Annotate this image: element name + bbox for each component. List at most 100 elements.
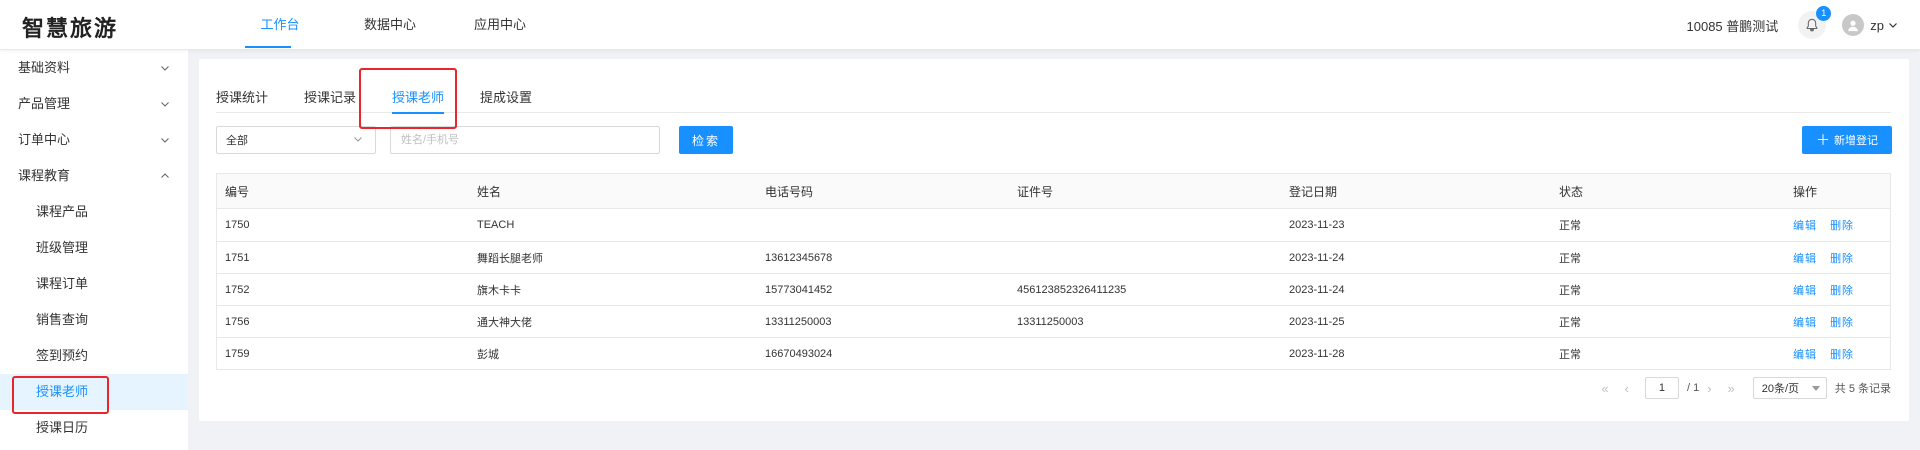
- sidebar-group-course-education[interactable]: 课程教育: [0, 158, 188, 194]
- table-row: 1750 TEACH 2023-11-23 正常 编辑 删除: [217, 209, 1890, 242]
- notification-button[interactable]: 1: [1798, 6, 1832, 39]
- last-page-icon[interactable]: »: [1728, 381, 1735, 396]
- column-header-status: 状态: [1559, 184, 1584, 199]
- topnav-item-app-center[interactable]: 应用中心: [445, 0, 555, 50]
- topnav-item-data-center[interactable]: 数据中心: [335, 0, 445, 50]
- column-header-name: 姓名: [477, 184, 502, 199]
- first-page-icon[interactable]: «: [1601, 381, 1608, 396]
- app-logo[interactable]: 智慧旅游: [22, 11, 118, 43]
- page-size-select[interactable]: 20条/页: [1752, 377, 1827, 399]
- sidebar-item-checkin[interactable]: 签到预约: [0, 338, 188, 374]
- edit-link[interactable]: 编辑: [1793, 317, 1817, 329]
- status-select-value: 全部: [226, 135, 248, 147]
- chevron-down-icon: [161, 102, 169, 107]
- page-size-value: 20条/页: [1761, 383, 1800, 395]
- avatar[interactable]: [1842, 14, 1865, 36]
- delete-link[interactable]: 删除: [1830, 285, 1854, 297]
- chevron-down-icon: [354, 137, 362, 142]
- cell-status: 正常: [1559, 348, 1581, 361]
- cell-status: 正常: [1559, 284, 1581, 297]
- table-row: 1759 彭城 16670493024 2023-11-28 正常 编辑 删除: [217, 338, 1890, 370]
- user-icon: [1848, 20, 1859, 32]
- column-header-id: 编号: [225, 184, 250, 199]
- teachers-table: 编号 姓名 电话号码 证件号 登记日期 状态 操作 1750 TEACH 202…: [216, 173, 1891, 370]
- tab-teachers[interactable]: 授课老师: [392, 87, 445, 114]
- cell-status: 正常: [1559, 220, 1581, 232]
- tab-teaching-stats[interactable]: 授课统计: [216, 87, 268, 113]
- edit-link[interactable]: 编辑: [1793, 220, 1817, 232]
- cell-id: 1759: [225, 347, 250, 360]
- column-header-register-date: 登记日期: [1289, 184, 1338, 199]
- sidebar-item-teachers[interactable]: 授课老师: [0, 374, 188, 410]
- chevron-up-icon: [161, 173, 169, 178]
- column-header-actions: 操作: [1793, 184, 1818, 199]
- cell-phone: 16670493024: [765, 347, 833, 360]
- cell-name: 彭城: [477, 348, 499, 361]
- edit-link[interactable]: 编辑: [1793, 349, 1817, 361]
- cell-actions: 编辑 删除: [1785, 282, 1890, 298]
- sidebar-group-basic-data[interactable]: 基础资料: [0, 50, 188, 86]
- search-input[interactable]: [390, 126, 660, 154]
- page-number-input[interactable]: 1: [1644, 377, 1679, 399]
- next-page-icon[interactable]: ›: [1707, 381, 1711, 396]
- table-row: 1752 旗木卡卡 15773041452 456123852326411235…: [217, 274, 1890, 306]
- cell-name: TEACH: [477, 219, 515, 231]
- cell-phone: 13311250003: [765, 315, 832, 328]
- prev-page-icon[interactable]: ‹: [1625, 381, 1629, 396]
- sidebar-item-course-product[interactable]: 课程产品: [0, 194, 188, 230]
- cell-register-date: 2023-11-23: [1289, 219, 1345, 231]
- search-button[interactable]: 检索: [679, 126, 733, 154]
- chevron-down-icon: [161, 138, 169, 143]
- sidebar-group-product[interactable]: 产品管理: [0, 86, 188, 122]
- tab-commission-settings[interactable]: 提成设置: [480, 87, 532, 113]
- topnav-item-workbench[interactable]: 工作台: [225, 0, 335, 50]
- bell-icon: [1806, 18, 1818, 32]
- cell-status: 正常: [1559, 316, 1581, 329]
- cell-register-date: 2023-11-24: [1289, 283, 1345, 296]
- top-header: 智慧旅游 工作台 数据中心 应用中心 10085 普鹏测试 1 zp: [0, 0, 1920, 50]
- sidebar-item-sales-query[interactable]: 销售查询: [0, 302, 188, 338]
- topnav-label: 数据中心: [363, 17, 416, 32]
- cell-id-number: 456123852326411235: [1017, 283, 1127, 296]
- cell-register-date: 2023-11-24: [1289, 251, 1345, 264]
- sidebar-item-class-management[interactable]: 班级管理: [0, 230, 188, 266]
- delete-link[interactable]: 删除: [1830, 317, 1854, 329]
- topnav-label: 应用中心: [473, 17, 526, 32]
- sidebar-item-course-orders[interactable]: 课程订单: [0, 266, 188, 302]
- total-records: 共 5 条记录: [1834, 383, 1891, 395]
- cell-actions: 编辑 删除: [1785, 250, 1890, 266]
- username[interactable]: zp: [1870, 18, 1884, 33]
- top-nav: 工作台 数据中心 应用中心: [225, 0, 555, 50]
- sidebar-group-label: 产品管理: [18, 96, 71, 111]
- chevron-down-icon[interactable]: [1888, 20, 1898, 30]
- cell-name: 通大神大佬: [477, 316, 532, 329]
- tab-teaching-records[interactable]: 授课记录: [304, 87, 356, 113]
- cell-status: 正常: [1559, 252, 1581, 265]
- edit-link[interactable]: 编辑: [1793, 285, 1817, 297]
- sidebar-group-label: 基础资料: [18, 60, 71, 75]
- table-body: 1750 TEACH 2023-11-23 正常 编辑 删除 1751 舞蹈长腿…: [217, 209, 1890, 370]
- add-button-label: 新增登记: [1834, 135, 1878, 147]
- delete-link[interactable]: 删除: [1830, 349, 1854, 361]
- cell-id: 1750: [225, 219, 250, 231]
- table-header: 编号 姓名 电话号码 证件号 登记日期 状态 操作: [217, 174, 1890, 209]
- delete-link[interactable]: 删除: [1830, 220, 1854, 232]
- cell-id: 1752: [225, 283, 250, 296]
- edit-link[interactable]: 编辑: [1793, 253, 1817, 265]
- caret-down-icon: [1811, 386, 1820, 391]
- sidebar-item-teaching-calendar[interactable]: 授课日历: [0, 410, 188, 446]
- sidebar-group-label: 订单中心: [18, 132, 71, 147]
- cell-register-date: 2023-11-28: [1289, 347, 1345, 360]
- status-select[interactable]: 全部: [216, 126, 376, 154]
- chevron-down-icon: [161, 66, 169, 71]
- add-registration-button[interactable]: ＋ 新增登记: [1802, 126, 1892, 154]
- delete-link[interactable]: 删除: [1830, 253, 1854, 265]
- sidebar-group-orders[interactable]: 订单中心: [0, 122, 188, 158]
- column-header-id-number: 证件号: [1017, 184, 1054, 199]
- cell-name: 舞蹈长腿老师: [477, 252, 543, 265]
- cell-id: 1751: [225, 251, 250, 264]
- tab-bar: 授课统计 授课记录 授课老师 提成设置: [216, 87, 1891, 114]
- cell-phone: 15773041452: [765, 283, 833, 296]
- cell-actions: 编辑 删除: [1785, 314, 1890, 330]
- tenant-name: 10085 普鹏测试: [1686, 18, 1779, 34]
